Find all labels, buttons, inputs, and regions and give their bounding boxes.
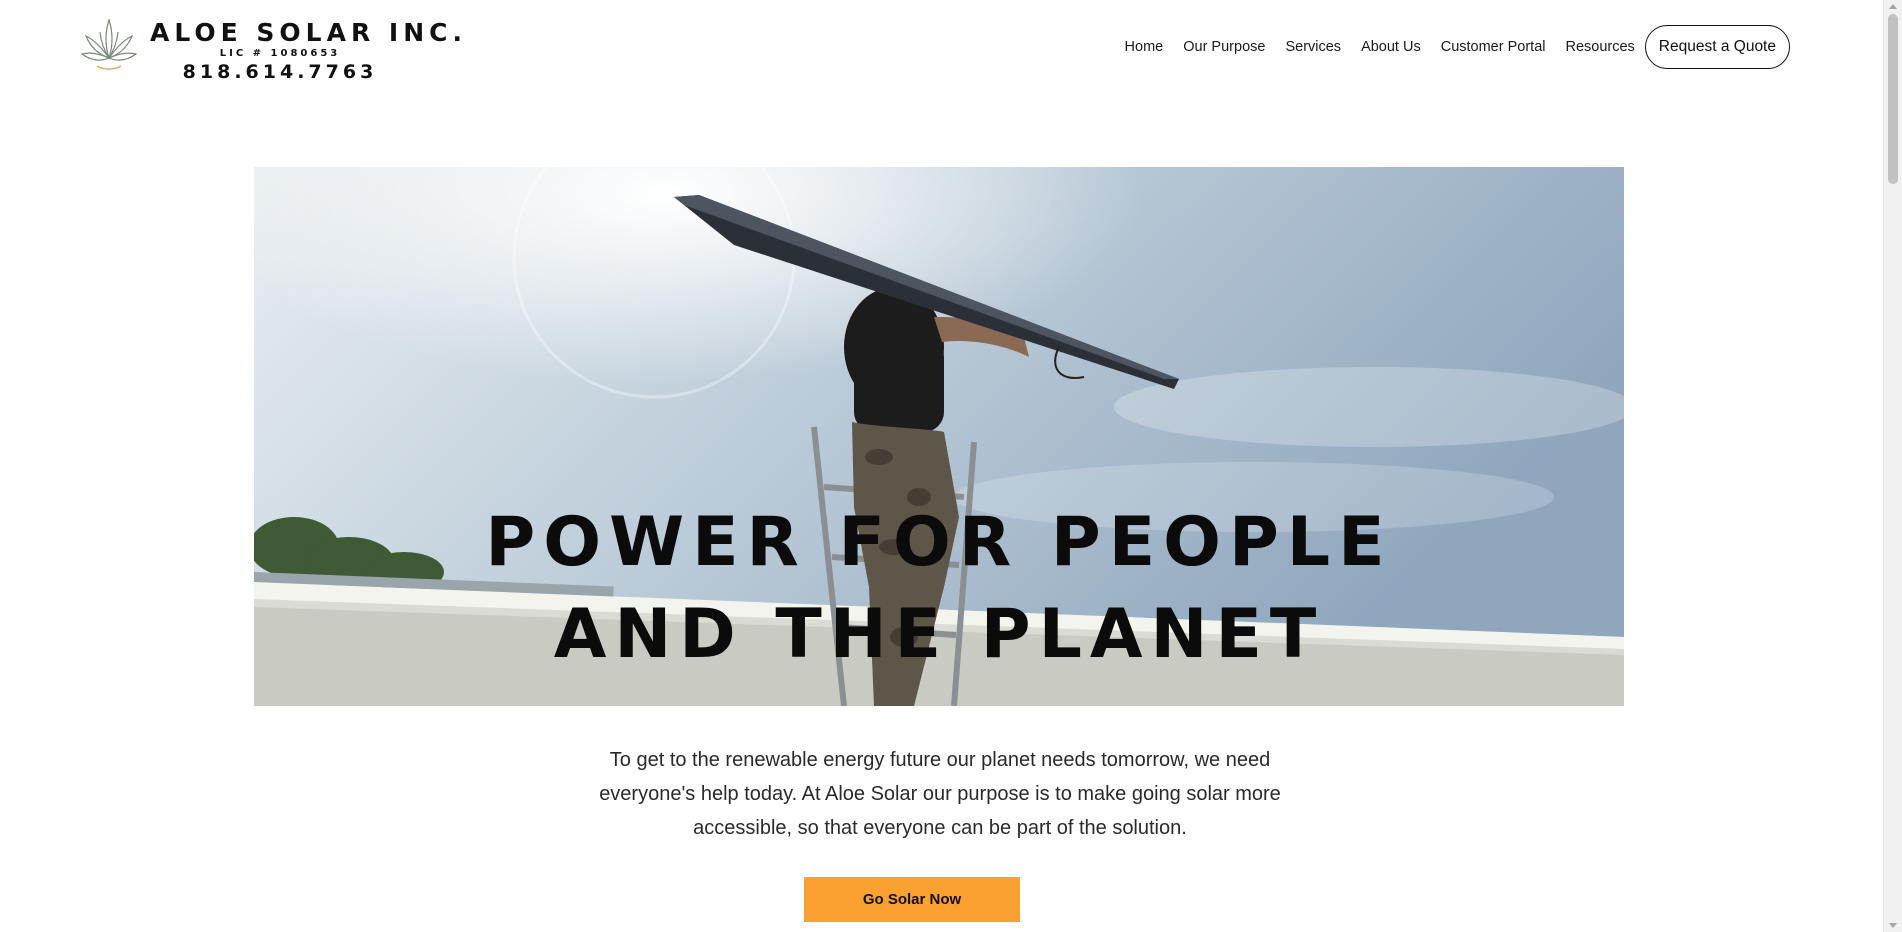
hero-headline: POWER FOR PEOPLE AND THE PLANET (254, 497, 1624, 681)
brand-block[interactable]: ALOE SOLAR INC. LIC # 1080653 818.614.77… (150, 18, 467, 84)
hero-line-2: AND THE PLANET (553, 595, 1325, 674)
nav-about-us[interactable]: About Us (1361, 39, 1421, 55)
license-number: LIC # 1080653 (219, 48, 341, 59)
scroll-down-arrow-icon[interactable] (1889, 923, 1897, 928)
aloe-plant-icon[interactable] (80, 16, 138, 76)
intro-paragraph: To get to the renewable energy future ou… (599, 749, 1281, 839)
hero-line-1: POWER FOR PEOPLE (485, 503, 1393, 582)
nav-resources[interactable]: Resources (1565, 39, 1634, 55)
site-header: ALOE SOLAR INC. LIC # 1080653 818.614.77… (0, 0, 1884, 100)
nav-customer-portal[interactable]: Customer Portal (1441, 39, 1546, 55)
request-quote-button[interactable]: Request a Quote (1644, 25, 1790, 69)
main-nav: Home Our Purpose Services About Us Custo… (1125, 24, 1790, 70)
phone-number: 818.614.7763 (182, 61, 378, 83)
brand-name: ALOE SOLAR INC. (150, 18, 467, 47)
page-scrollbar[interactable] (1883, 0, 1902, 932)
nav-services[interactable]: Services (1285, 39, 1341, 55)
go-solar-now-button[interactable]: Go Solar Now (804, 877, 1020, 922)
nav-our-purpose[interactable]: Our Purpose (1183, 39, 1265, 55)
hero-banner: POWER FOR PEOPLE AND THE PLANET (254, 167, 1624, 706)
scroll-up-arrow-icon[interactable] (1889, 4, 1897, 9)
scrollbar-thumb[interactable] (1888, 14, 1898, 184)
nav-home[interactable]: Home (1125, 39, 1164, 55)
